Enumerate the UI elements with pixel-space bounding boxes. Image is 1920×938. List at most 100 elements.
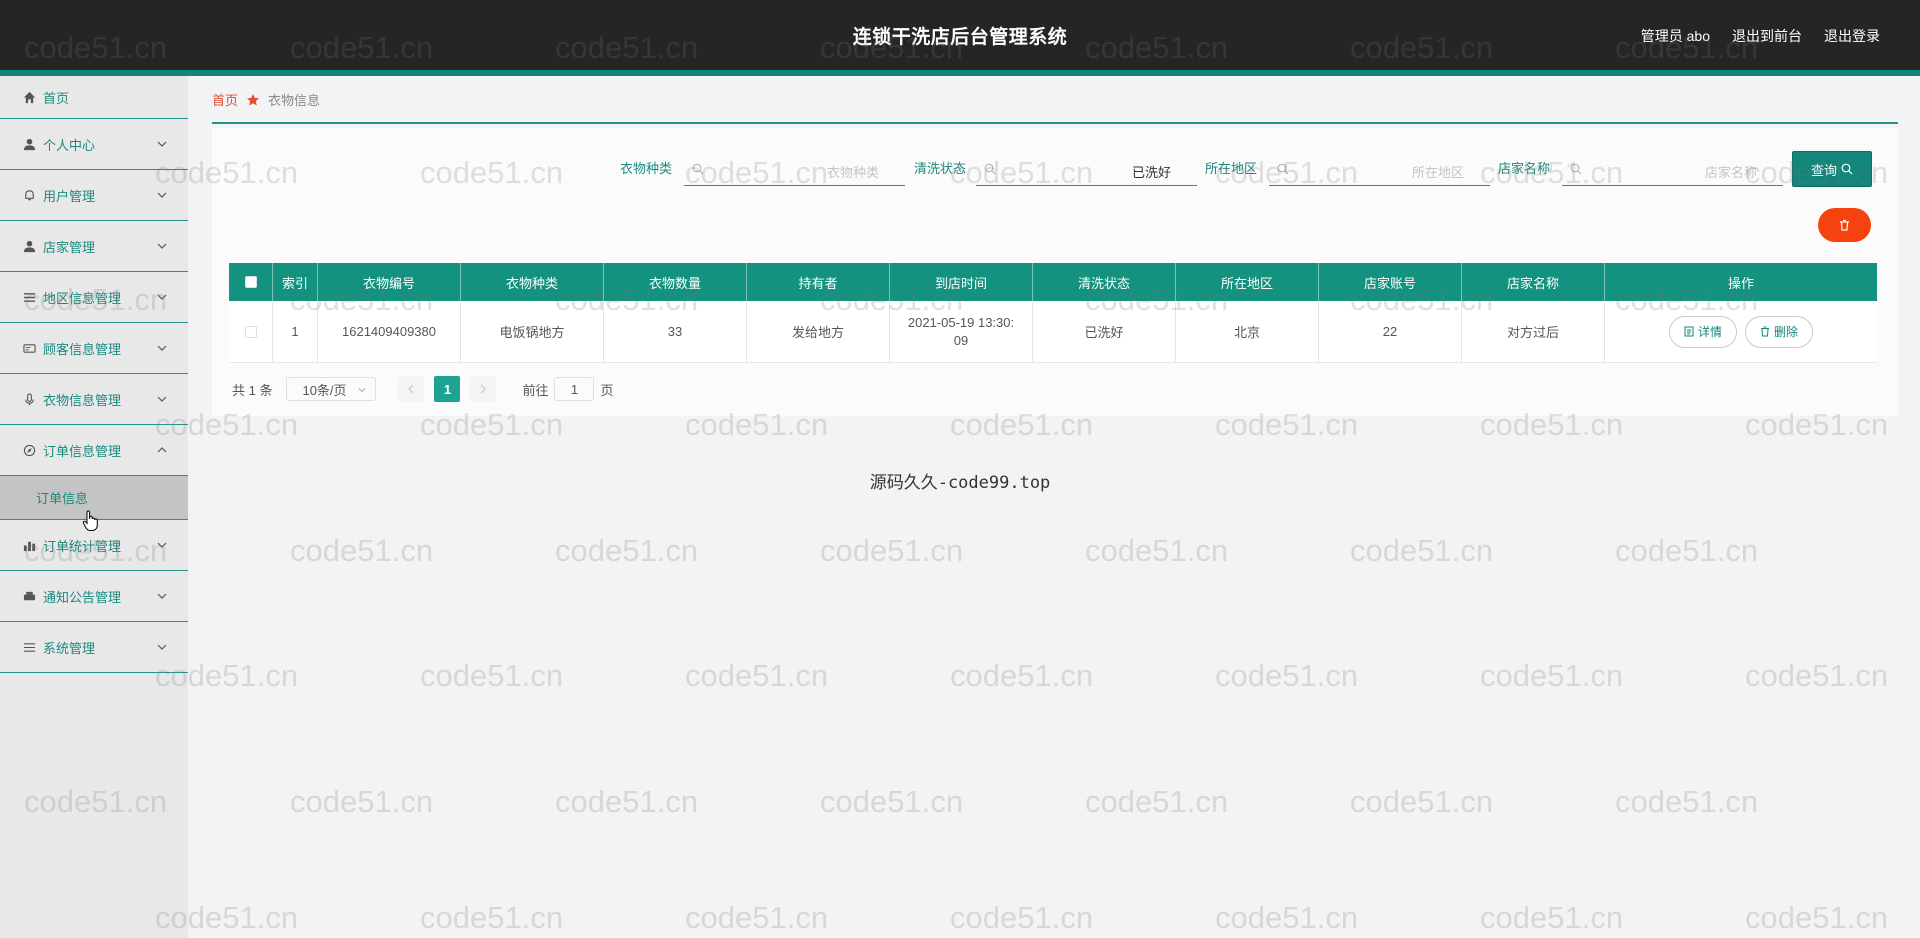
sidebar-item-shops[interactable]: 店家管理 <box>0 221 188 272</box>
watermark-text: code51.cn <box>420 658 564 693</box>
back-to-front-link[interactable]: 退出到前台 <box>1732 26 1802 46</box>
pagination: 共 1 条 10条/页 1 前往 1 页 <box>232 376 614 402</box>
watermark-text: code51.cn <box>555 784 699 819</box>
watermark-text: code51.cn <box>1745 900 1889 935</box>
chevron-down-icon <box>359 388 366 393</box>
chevron-down-icon <box>157 243 167 249</box>
cell-time-line2: 09 <box>953 332 969 348</box>
watermark-text: code51.cn <box>1745 658 1889 693</box>
printer-icon <box>22 589 36 603</box>
chevron-down-icon <box>157 396 167 402</box>
sidebar-item-customers[interactable]: 顾客信息管理 <box>0 323 188 374</box>
cell-index: 1 <box>273 301 318 362</box>
column-header: 店家名称 <box>1462 263 1605 301</box>
sidebar-item-label: 个人中心 <box>43 137 96 153</box>
sidebar-item-label: 订单信息管理 <box>43 443 122 459</box>
row-select-cell <box>229 301 273 362</box>
batch-delete-button[interactable] <box>1818 208 1871 242</box>
sidebar-item-regions[interactable]: 地区信息管理 <box>0 272 188 323</box>
query-button[interactable]: 查询 <box>1792 151 1872 187</box>
column-header: 操作 <box>1727 275 1754 291</box>
sidebar-item-label: 用户管理 <box>43 188 96 204</box>
chevron-up-icon <box>157 447 167 453</box>
column-header: 所在地区 <box>1176 263 1319 301</box>
next-page-button[interactable] <box>470 376 497 402</box>
watermark-text: code51.cn <box>685 658 829 693</box>
breadcrumb-divider <box>212 122 1898 124</box>
column-header: 衣物数量 <box>604 263 747 301</box>
column-header: 到店时间 <box>890 263 1033 301</box>
star-icon <box>247 93 260 105</box>
compass-icon <box>22 443 36 457</box>
watermark-text: code51.cn <box>950 658 1094 693</box>
search-icon <box>1841 163 1853 175</box>
search-label-shop: 店家名称 <box>1498 161 1551 176</box>
breadcrumb-home-link[interactable]: 首页 <box>212 90 238 109</box>
person-icon <box>22 239 36 253</box>
document-icon <box>1684 326 1694 337</box>
watermark-text: code51.cn <box>420 900 564 935</box>
cell-shop-account: 22 <box>1319 301 1462 362</box>
source-footer-text: 源码久久-code99.top <box>869 473 1051 493</box>
goto-page-input[interactable]: 1 <box>554 377 595 401</box>
sidebar-item-system[interactable]: 系统管理 <box>0 622 188 673</box>
detail-button[interactable]: 详情 <box>1669 315 1738 348</box>
chevron-down-icon <box>157 192 167 198</box>
row-checkbox[interactable] <box>244 325 257 338</box>
header-actions: 管理员 abo 退出到前台 退出登录 <box>1641 26 1880 46</box>
search-input-type[interactable]: 衣物种类 <box>684 156 905 186</box>
watermark-text: code51.cn <box>1350 784 1494 819</box>
person-icon <box>22 137 36 151</box>
sidebar-item-notices[interactable]: 通知公告管理 <box>0 571 188 622</box>
select-all-checkbox[interactable] <box>244 276 257 288</box>
chevron-down-icon <box>157 593 167 599</box>
chevron-down-icon <box>157 141 167 147</box>
search-icon <box>692 163 704 175</box>
watermark-text: code51.cn <box>1615 533 1759 568</box>
table-row: 1 1621409409380 电饭锅地方 33 发给地方 2021-05-19… <box>229 301 1877 363</box>
chevron-right-icon <box>481 384 487 394</box>
delete-button[interactable]: 删除 <box>1745 315 1814 348</box>
watermark-text: code51.cn <box>820 784 964 819</box>
watermark-text: code51.cn <box>290 784 434 819</box>
watermark-text: code51.cn <box>290 533 434 568</box>
sidebar: 首页 个人中心 用户管理 店家管理 地区信息管理 顾客信息管理 衣物信息管理 订… <box>0 76 188 938</box>
page-size-select[interactable]: 10条/页 <box>286 377 377 401</box>
chevron-down-icon <box>157 542 167 548</box>
watermark-text: code51.cn <box>685 900 829 935</box>
search-input-status[interactable]: 已洗好 <box>976 156 1197 186</box>
sidebar-item-label: 衣物信息管理 <box>43 392 122 408</box>
watermark-text: code51.cn <box>1085 784 1229 819</box>
watermark-text: code51.cn <box>1350 533 1494 568</box>
goto-page: 前往 1 页 <box>522 377 614 401</box>
watermark-text: code51.cn <box>1215 658 1359 693</box>
cell-status: 已洗好 <box>1033 301 1176 362</box>
watermark-text: code51.cn <box>820 533 964 568</box>
search-label-type: 衣物种类 <box>620 161 673 176</box>
sidebar-item-label: 订单统计管理 <box>43 538 122 554</box>
cell-region: 北京 <box>1176 301 1319 362</box>
search-icon <box>1570 163 1582 175</box>
column-header: 衣物种类 <box>461 263 604 301</box>
page-number-current[interactable]: 1 <box>434 376 461 402</box>
logout-link[interactable]: 退出登录 <box>1824 26 1880 46</box>
page-size-value: 10条/页 <box>302 382 347 398</box>
sidebar-item-home[interactable]: 首页 <box>0 76 188 119</box>
column-header: 衣物编号 <box>318 263 461 301</box>
cell-code: 1621409409380 <box>318 301 461 362</box>
search-placeholder: 所在地区 <box>1411 165 1464 180</box>
watermark-text: code51.cn <box>1615 784 1759 819</box>
column-header: 持有者 <box>747 263 890 301</box>
prev-page-button[interactable] <box>398 376 425 402</box>
chevron-down-icon <box>157 294 167 300</box>
cell-owner: 发给地方 <box>747 301 890 362</box>
search-input-region[interactable]: 所在地区 <box>1269 156 1490 186</box>
mic-icon <box>22 392 36 406</box>
cell-shop-name: 对方过后 <box>1462 301 1605 362</box>
sidebar-item-clothes[interactable]: 衣物信息管理 <box>0 374 188 425</box>
hand-cursor-icon <box>82 510 98 531</box>
trash-icon <box>1761 326 1770 337</box>
breadcrumb: 首页 衣物信息 <box>212 90 320 109</box>
sidebar-item-label: 顾客信息管理 <box>43 341 122 357</box>
search-input-shop[interactable]: 店家名称 <box>1562 156 1783 186</box>
